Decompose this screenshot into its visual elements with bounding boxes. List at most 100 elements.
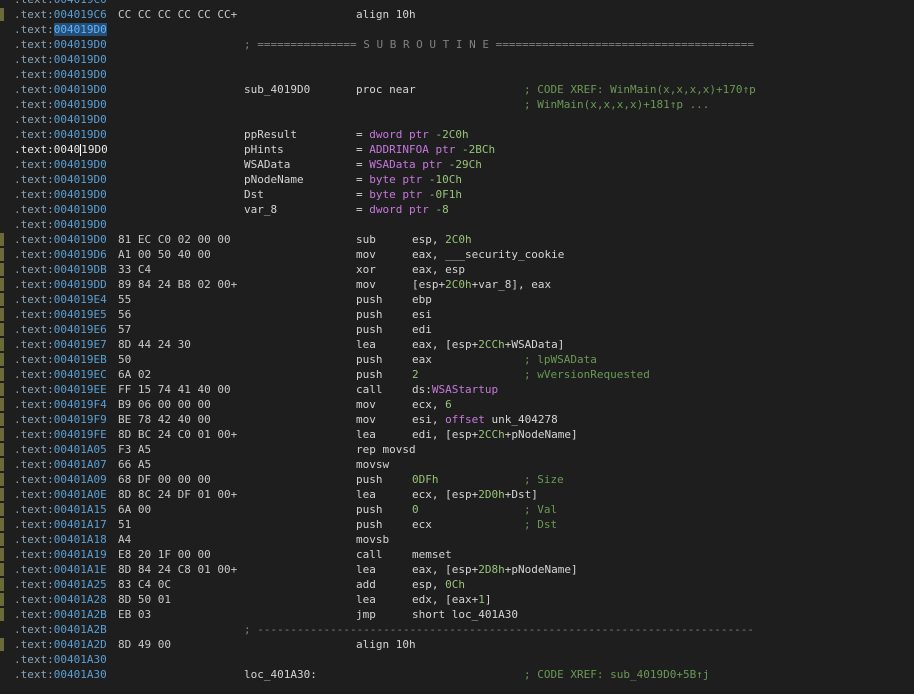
listing-line[interactable]: .text:004019D0 <box>0 22 914 37</box>
mnemonic[interactable]: sub <box>356 232 376 247</box>
mnemonic[interactable]: align 10h <box>356 7 416 22</box>
address[interactable]: 00401A09 <box>54 473 107 486</box>
operands[interactable]: eax, [esp+2CCh+WSAData] <box>412 337 564 352</box>
listing-line[interactable]: .text:00401A2B EB 03 jmp short loc_401A30 <box>0 607 914 622</box>
label[interactable]: pHints <box>244 142 284 157</box>
address[interactable]: 00401A28 <box>54 593 107 606</box>
mnemonic[interactable]: call <box>356 382 383 397</box>
address[interactable]: 00401A2B <box>54 608 107 621</box>
address[interactable]: 00401A2D <box>54 638 107 651</box>
segment-address[interactable]: .text:004019D0 <box>14 157 107 172</box>
listing-line[interactable]: .text:004019F9 BE 78 42 40 00 mov esi, offs… <box>0 412 914 427</box>
address[interactable]: 004019DD <box>54 278 107 291</box>
segment-address[interactable]: .text:004019D6 <box>14 247 107 262</box>
mnemonic[interactable]: push <box>356 307 383 322</box>
address[interactable]: 00401A18 <box>54 533 107 546</box>
listing-line[interactable]: .text:00401A28 8D 50 01 lea edx, [eax+1] <box>0 592 914 607</box>
mnemonic[interactable]: lea <box>356 427 376 442</box>
operands[interactable]: ebp <box>412 292 432 307</box>
operands[interactable]: eax <box>412 352 432 367</box>
listing-line[interactable]: .text:004019C0 <box>0 0 914 7</box>
address[interactable]: 004019D0 <box>54 53 107 66</box>
address[interactable]: 004019E4 <box>54 293 107 306</box>
segment-address[interactable]: .text:004019D0 <box>14 52 107 67</box>
mnemonic[interactable]: push <box>356 367 383 382</box>
segment-address[interactable]: .text:004019D0 <box>14 37 107 52</box>
segment-address[interactable]: .text:00401A0E <box>14 487 107 502</box>
operands[interactable]: ecx, [esp+2D0h+Dst] <box>412 487 538 502</box>
address[interactable]: 004019F9 <box>54 413 107 426</box>
address[interactable]: 004019D0 <box>54 38 107 51</box>
address[interactable]: 004019D0 <box>53 23 107 36</box>
operands[interactable]: 0 <box>412 502 419 517</box>
listing-line[interactable]: .text:00401A09 68 DF 00 00 00 push 0DFh ; Si… <box>0 472 914 487</box>
address[interactable]: 004019FE <box>54 428 107 441</box>
mnemonic[interactable]: proc near <box>356 82 416 97</box>
listing-line[interactable]: .text:004019D0 ; =============== S U B R … <box>0 37 914 52</box>
listing-line[interactable]: .text:00401A15 6A 00 push 0 ; Val <box>0 502 914 517</box>
address[interactable]: 004019E6 <box>54 323 107 336</box>
address[interactable]: 004019D0 <box>54 158 107 171</box>
listing-line[interactable]: .text:00401A18 A4 movsb <box>0 532 914 547</box>
mnemonic[interactable]: push <box>356 502 383 517</box>
listing-line[interactable]: .text:004019EE FF 15 74 41 40 00 call ds:WS… <box>0 382 914 397</box>
address[interactable]: 004019D0 <box>54 98 107 111</box>
address[interactable]: 004019D0 <box>54 128 107 141</box>
mnemonic[interactable]: lea <box>356 337 376 352</box>
address[interactable]: 004019EE <box>54 383 107 396</box>
segment-address[interactable]: .text:00401A2B <box>14 607 107 622</box>
address[interactable]: 00401A07 <box>54 458 107 471</box>
segment-address[interactable]: .text:00401A18 <box>14 532 107 547</box>
label[interactable]: WSAData <box>244 157 290 172</box>
mnemonic[interactable]: xor <box>356 262 376 277</box>
mnemonic[interactable]: lea <box>356 562 376 577</box>
listing-line[interactable]: .text:004019D0 <box>0 217 914 232</box>
label[interactable]: var_8 <box>244 202 277 217</box>
segment-address[interactable]: .text:00401A15 <box>14 502 107 517</box>
segment-address[interactable]: .text:004019D0 <box>14 142 108 157</box>
address[interactable]: 00401A0E <box>54 488 107 501</box>
segment-address[interactable]: .text:00401A2B <box>14 622 107 637</box>
address[interactable]: 00401A30 <box>54 668 107 681</box>
listing-line[interactable]: .text:004019D0 Dst = byte ptr -0F1h <box>0 187 914 202</box>
address[interactable]: 00401A15 <box>54 503 107 516</box>
address[interactable]: 004019E5 <box>54 308 107 321</box>
address[interactable]: 004019D0 <box>54 218 107 231</box>
listing-line[interactable]: .text:004019F4 B9 06 00 00 00 mov ecx, 6 <box>0 397 914 412</box>
segment-address[interactable]: .text:00401A1E <box>14 562 107 577</box>
operands[interactable]: memset <box>412 547 452 562</box>
segment-address[interactable]: .text:004019D0 <box>14 202 107 217</box>
listing-line[interactable]: .text:004019D0 <box>0 52 914 67</box>
listing-line[interactable]: .text:00401A07 66 A5 movsw <box>0 457 914 472</box>
operands[interactable]: esp, 0Ch <box>412 577 465 592</box>
address[interactable]: 00401A05 <box>54 443 107 456</box>
mnemonic[interactable]: mov <box>356 397 376 412</box>
operands[interactable]: esi <box>412 307 432 322</box>
mnemonic[interactable]: add <box>356 577 376 592</box>
segment-address[interactable]: .text:004019D0 <box>14 112 107 127</box>
segment-address[interactable]: .text:00401A30 <box>14 652 107 667</box>
segment-address[interactable]: .text:004019D0 <box>14 127 107 142</box>
listing-line[interactable]: .text:004019D0 pHints = ADDRINFOA ptr -2BC… <box>0 142 914 157</box>
listing-line[interactable]: .text:004019D0 pNodeName = byte ptr -10Ch <box>0 172 914 187</box>
address[interactable]: 004019D0 <box>54 143 108 156</box>
mnemonic[interactable]: movsw <box>356 457 389 472</box>
mnemonic[interactable]: align 10h <box>356 637 416 652</box>
segment-address[interactable]: .text:004019D0 <box>14 187 107 202</box>
segment-address[interactable]: .text:004019D0 <box>14 22 107 37</box>
mnemonic[interactable]: push <box>356 322 383 337</box>
operands[interactable]: edi <box>412 322 432 337</box>
listing-line[interactable]: .text:004019D0 WSAData = WSAData ptr -29Ch <box>0 157 914 172</box>
listing-line[interactable]: .text:004019C6 CC CC CC CC CC CC+ align 10… <box>0 7 914 22</box>
operands[interactable]: ds:WSAStartup <box>412 382 498 397</box>
segment-address[interactable]: .text:00401A30 <box>14 667 107 682</box>
segment-address[interactable]: .text:004019D0 <box>14 232 107 247</box>
segment-address[interactable]: .text:004019E6 <box>14 322 107 337</box>
segment-address[interactable]: .text:004019D0 <box>14 82 107 97</box>
mnemonic[interactable]: call <box>356 547 383 562</box>
segment-address[interactable]: .text:004019D0 <box>14 67 107 82</box>
listing-line[interactable]: .text:004019FE 8D BC 24 C0 01 00+ lea edi, … <box>0 427 914 442</box>
listing-line[interactable]: .text:00401A2B ; ------------------------… <box>0 622 914 637</box>
listing-line[interactable]: .text:004019EB 50 push eax ; lpWSAData <box>0 352 914 367</box>
operands[interactable]: eax, ___security_cookie <box>412 247 564 262</box>
